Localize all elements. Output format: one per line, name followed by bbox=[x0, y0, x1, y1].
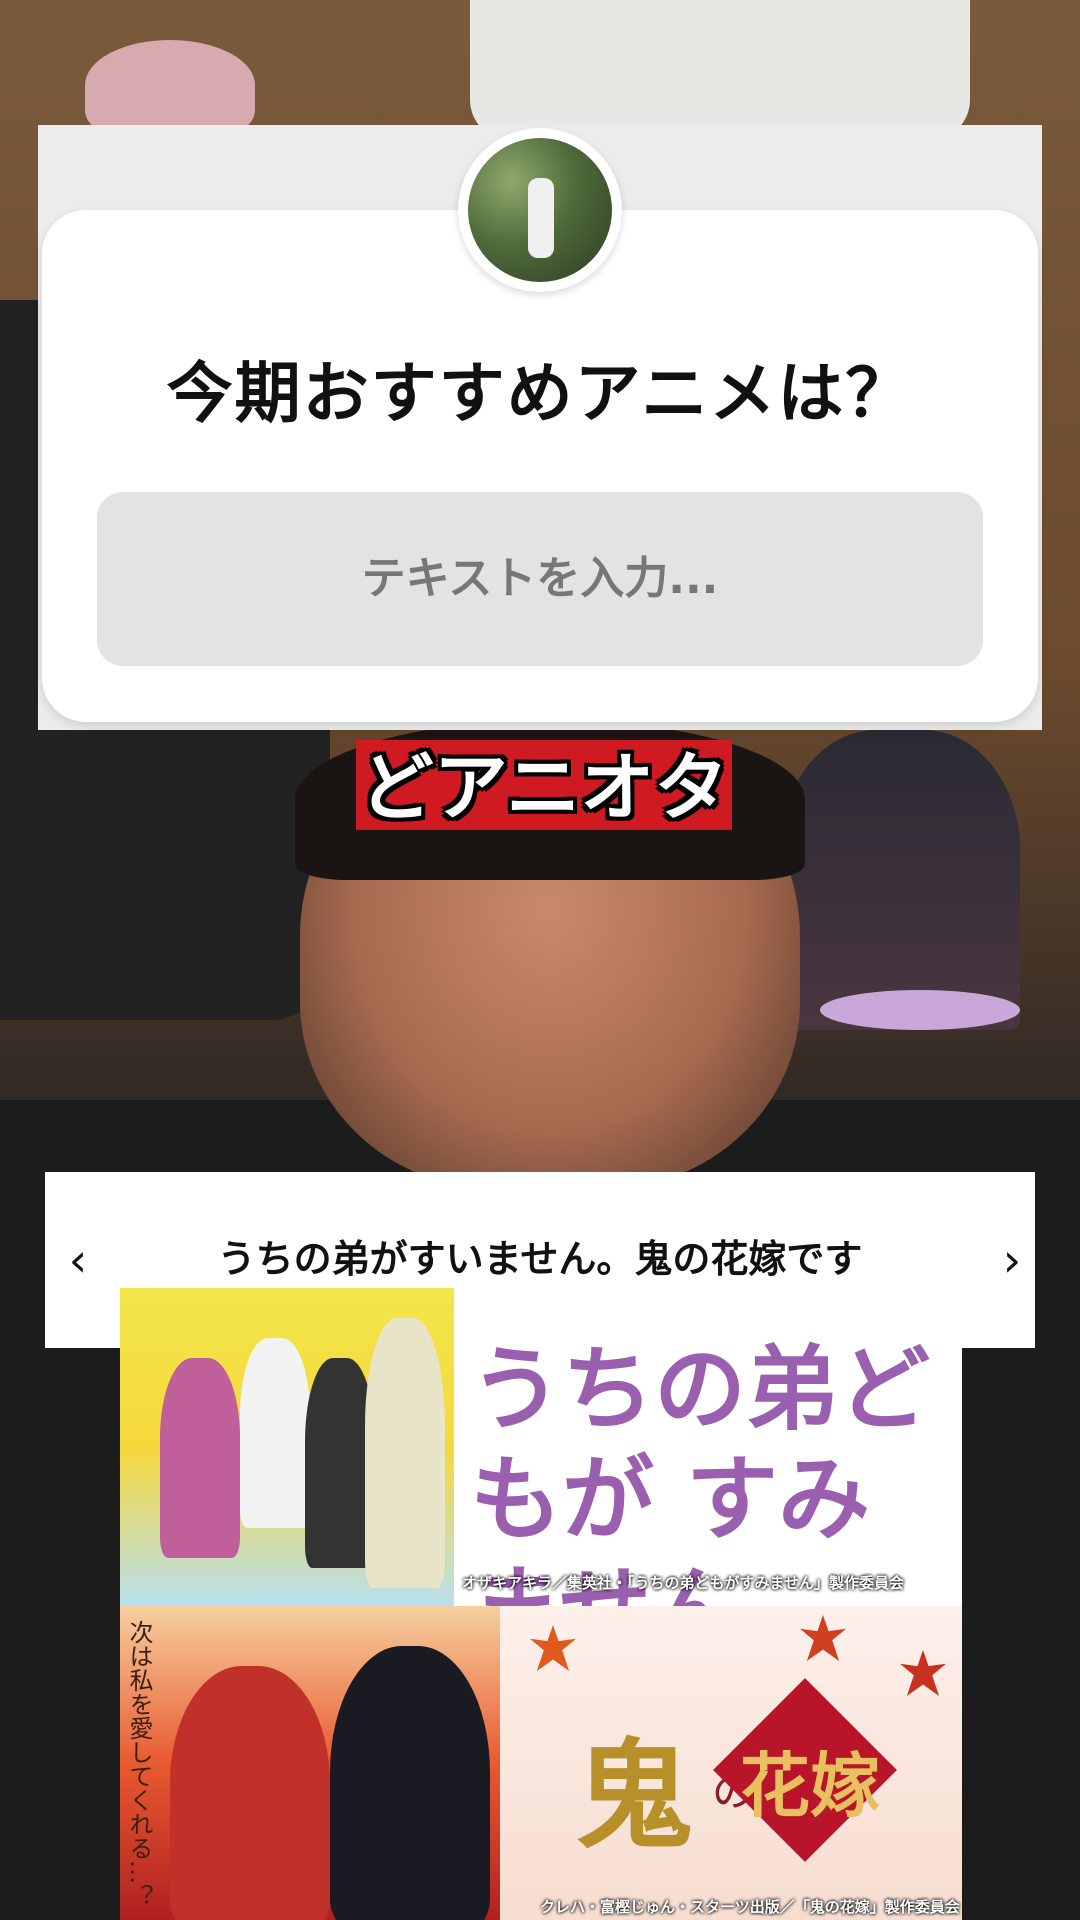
anime2-logo-hanayome: 花嫁 bbox=[740, 1744, 880, 1827]
chevron-right-icon[interactable]: › bbox=[982, 1230, 1042, 1290]
avatar bbox=[468, 138, 612, 282]
anime2-logo-oni: 鬼 bbox=[575, 1726, 694, 1865]
anime2-credit: クレハ・富樫じゅん・スターツ出版／「鬼の花嫁」製作委員会 bbox=[540, 1898, 960, 1916]
caption-text: どアニオタ bbox=[359, 745, 729, 831]
anime2-tagline: 次は私を愛してくれる…？ bbox=[125, 1620, 153, 1908]
hanger bbox=[85, 40, 255, 130]
carousel-title: うちの弟がすいません。鬼の花嫁です bbox=[217, 1237, 863, 1281]
white-shirt bbox=[470, 0, 970, 140]
answer-input[interactable]: テキストを入力... bbox=[97, 492, 983, 666]
anime1-credit: オザキアキラ／集英社・「うちの弟どもがすみません」製作委員会 bbox=[462, 1574, 905, 1592]
chevron-left-icon[interactable]: ‹ bbox=[48, 1230, 108, 1290]
figure-base bbox=[820, 990, 1020, 1030]
anime-figure bbox=[780, 730, 1020, 1030]
anime1-key-visual bbox=[120, 1288, 454, 1606]
question-text: 今期おすすめアニメは？ bbox=[166, 355, 914, 432]
anime2-key-visual bbox=[120, 1606, 500, 1920]
